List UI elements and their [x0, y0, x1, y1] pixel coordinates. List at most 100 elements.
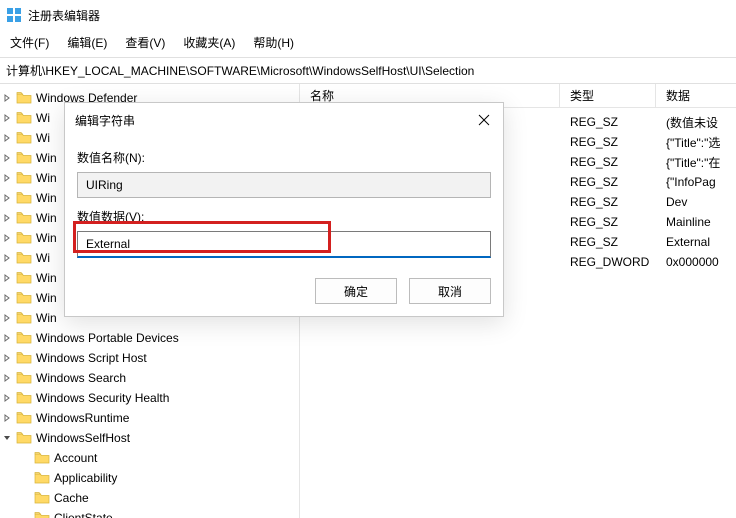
- folder-icon: [16, 271, 32, 285]
- chevron-right-icon[interactable]: [0, 411, 14, 425]
- col-header-data[interactable]: 数据: [656, 84, 736, 107]
- chevron-right-icon[interactable]: [0, 231, 14, 245]
- cell-type: REG_SZ: [560, 115, 656, 129]
- folder-icon: [16, 391, 32, 405]
- tree-item-label: WindowsRuntime: [36, 411, 129, 425]
- cell-type: REG_SZ: [560, 135, 656, 149]
- tree-item[interactable]: Windows Security Health: [0, 388, 299, 408]
- tree-item[interactable]: Windows Portable Devices: [0, 328, 299, 348]
- chevron-right-icon[interactable]: [0, 311, 14, 325]
- tree-item-label: Wi: [36, 251, 50, 265]
- tree-item[interactable]: ClientState: [0, 508, 299, 518]
- cell-data: Mainline: [656, 215, 736, 229]
- value-data-input[interactable]: [77, 231, 491, 258]
- chevron-right-icon[interactable]: [0, 211, 14, 225]
- chevron-right-icon[interactable]: [0, 151, 14, 165]
- tree-item-label: Applicability: [54, 471, 117, 485]
- tree-item-label: Windows Script Host: [36, 351, 147, 365]
- chevron-right-icon[interactable]: [0, 91, 14, 105]
- folder-icon: [16, 171, 32, 185]
- tree-item-label: Windows Security Health: [36, 391, 169, 405]
- chevron-right-icon[interactable]: [0, 271, 14, 285]
- chevron-right-icon[interactable]: [0, 371, 14, 385]
- tree-item-label: Account: [54, 451, 97, 465]
- folder-icon: [16, 431, 32, 445]
- dialog-close-button[interactable]: [475, 111, 493, 129]
- cell-type: REG_SZ: [560, 175, 656, 189]
- folder-icon: [16, 351, 32, 365]
- folder-icon: [16, 191, 32, 205]
- menu-favorites[interactable]: 收藏夹(A): [183, 34, 235, 51]
- cell-data: (数值未设: [656, 114, 736, 131]
- tree-item-label: Win: [36, 291, 57, 305]
- folder-icon: [16, 371, 32, 385]
- chevron-right-icon[interactable]: [0, 131, 14, 145]
- edit-string-dialog: 编辑字符串 数值名称(N): 数值数据(V): 确定 取消: [64, 102, 504, 317]
- cell-data: {"Title":"选: [656, 134, 736, 151]
- tree-item[interactable]: WindowsRuntime: [0, 408, 299, 428]
- cell-type: REG_SZ: [560, 155, 656, 169]
- chevron-right-icon[interactable]: [0, 111, 14, 125]
- tree-item-label: Wi: [36, 111, 50, 125]
- cell-data: {"InfoPag: [656, 175, 736, 189]
- menu-edit[interactable]: 编辑(E): [67, 34, 107, 51]
- dialog-titlebar: 编辑字符串: [65, 103, 503, 133]
- folder-icon: [16, 411, 32, 425]
- addressbar-path: 计算机\HKEY_LOCAL_MACHINE\SOFTWARE\Microsof…: [6, 64, 474, 78]
- ok-button[interactable]: 确定: [315, 278, 397, 304]
- cell-type: REG_SZ: [560, 215, 656, 229]
- chevron-right-icon[interactable]: [0, 331, 14, 345]
- tree-item-label: Win: [36, 311, 57, 325]
- folder-icon: [16, 131, 32, 145]
- tree-item-label: Win: [36, 271, 57, 285]
- chevron-right-icon[interactable]: [0, 191, 14, 205]
- cell-data: External: [656, 235, 736, 249]
- folder-icon: [16, 111, 32, 125]
- dialog-buttons: 确定 取消: [65, 270, 503, 316]
- dialog-body: 数值名称(N): 数值数据(V):: [65, 133, 503, 270]
- chevron-down-icon[interactable]: [0, 431, 14, 445]
- folder-icon: [34, 511, 50, 518]
- cell-data: 0x000000: [656, 255, 736, 269]
- cell-type: REG_SZ: [560, 195, 656, 209]
- tree-item[interactable]: Applicability: [0, 468, 299, 488]
- tree-item-label: Win: [36, 231, 57, 245]
- dialog-title-text: 编辑字符串: [75, 112, 135, 129]
- chevron-right-icon[interactable]: [0, 291, 14, 305]
- tree-item-label: Win: [36, 171, 57, 185]
- tree-item[interactable]: Windows Script Host: [0, 348, 299, 368]
- tree-item[interactable]: WindowsSelfHost: [0, 428, 299, 448]
- folder-icon: [34, 491, 50, 505]
- cell-type: REG_SZ: [560, 235, 656, 249]
- col-header-type[interactable]: 类型: [560, 84, 656, 107]
- tree-item-label: Wi: [36, 131, 50, 145]
- menu-view[interactable]: 查看(V): [125, 34, 165, 51]
- tree-item[interactable]: Cache: [0, 488, 299, 508]
- folder-icon: [16, 311, 32, 325]
- cell-data: Dev: [656, 195, 736, 209]
- folder-icon: [16, 151, 32, 165]
- tree-item-label: ClientState: [54, 511, 113, 518]
- cell-type: REG_DWORD: [560, 255, 656, 269]
- tree-item[interactable]: Account: [0, 448, 299, 468]
- chevron-right-icon[interactable]: [0, 171, 14, 185]
- cancel-button[interactable]: 取消: [409, 278, 491, 304]
- chevron-right-icon[interactable]: [0, 391, 14, 405]
- app-icon: [6, 7, 22, 23]
- menu-help[interactable]: 帮助(H): [253, 34, 294, 51]
- folder-icon: [34, 471, 50, 485]
- tree-item[interactable]: Windows Search: [0, 368, 299, 388]
- folder-icon: [16, 251, 32, 265]
- addressbar[interactable]: 计算机\HKEY_LOCAL_MACHINE\SOFTWARE\Microsof…: [0, 57, 736, 84]
- folder-icon: [16, 291, 32, 305]
- tree-item-label: Windows Search: [36, 371, 126, 385]
- tree-item-label: Win: [36, 211, 57, 225]
- menu-file[interactable]: 文件(F): [10, 34, 49, 51]
- titlebar: 注册表编辑器: [0, 0, 736, 30]
- folder-icon: [16, 231, 32, 245]
- folder-icon: [16, 211, 32, 225]
- cell-data: {"Title":"在: [656, 154, 736, 171]
- folder-icon: [16, 91, 32, 105]
- chevron-right-icon[interactable]: [0, 251, 14, 265]
- chevron-right-icon[interactable]: [0, 351, 14, 365]
